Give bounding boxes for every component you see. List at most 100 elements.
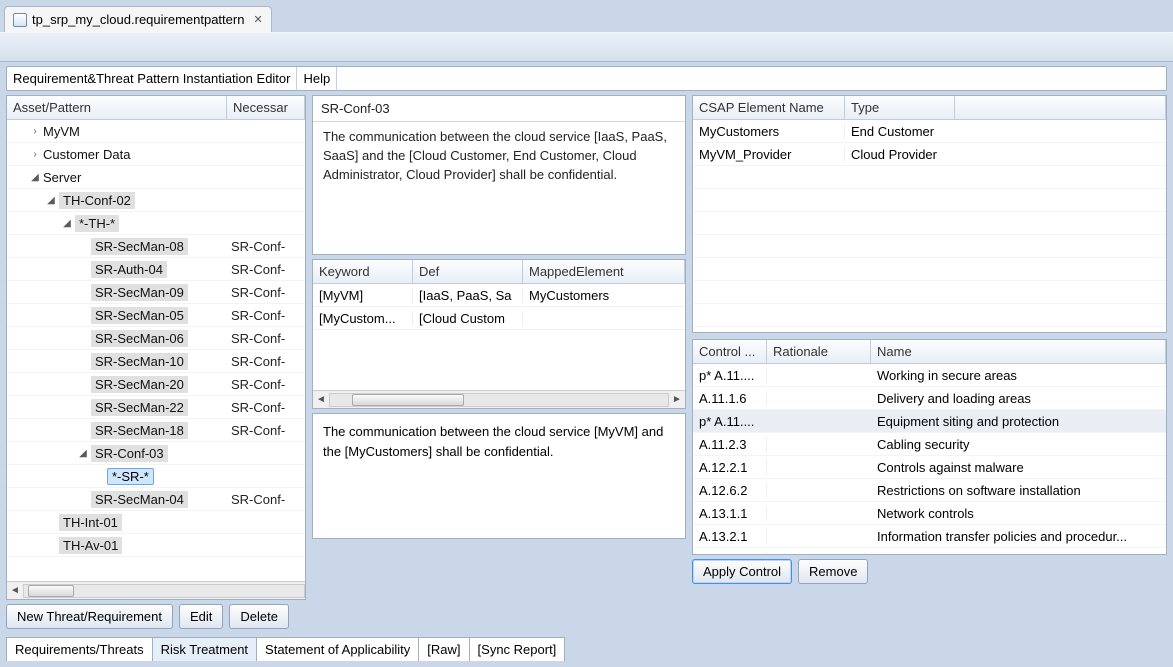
controls-table: Control ... Rationale Name p* A.11.... Wo… — [692, 339, 1167, 555]
remove-button[interactable]: Remove — [798, 559, 868, 584]
editor-tab-bar: tp_srp_my_cloud.requirementpattern ✕ — [0, 0, 1173, 32]
control-row[interactable]: A.12.6.2Restrictions on software install… — [693, 479, 1166, 502]
tree-row[interactable]: SR-SecMan-05SR-Conf- — [7, 304, 305, 327]
kw-row[interactable]: [MyVM][IaaS, PaaS, SaMyCustomers — [313, 284, 685, 307]
ctl-h2[interactable]: Rationale — [767, 340, 871, 363]
bottom-tabs: Requirements/ThreatsRisk TreatmentStatem… — [6, 637, 1167, 661]
bottom-tab[interactable]: Risk Treatment — [152, 637, 257, 661]
document-icon — [13, 13, 27, 27]
tree-row[interactable]: SR-SecMan-06 SR-Conf- — [7, 327, 305, 350]
control-cell: A.13.1.1 — [693, 506, 767, 521]
twist-icon[interactable]: › — [29, 126, 41, 137]
tree-header-asset[interactable]: Asset/Pattern — [7, 96, 227, 119]
edit-button[interactable]: Edit — [179, 604, 223, 629]
twist-icon[interactable]: › — [29, 149, 41, 160]
control-row[interactable]: A.14.1.1Information security requirement… — [693, 548, 1166, 554]
tree-col2: SR-Conf- — [227, 308, 305, 323]
tree-row[interactable]: ◢Server — [7, 166, 305, 189]
twist-icon[interactable]: ◢ — [45, 195, 57, 206]
delete-button[interactable]: Delete — [229, 604, 289, 629]
scroll-track[interactable] — [23, 584, 305, 598]
kw-h1[interactable]: Keyword — [313, 260, 413, 283]
scroll-left-icon[interactable]: ◄ — [313, 394, 329, 405]
csap-h3[interactable] — [955, 96, 1166, 119]
kw-cell: [IaaS, PaaS, Sa — [413, 288, 523, 303]
tree-row[interactable]: SR-SecMan-20SR-Conf- — [7, 373, 305, 396]
kw-cell: [MyVM] — [313, 288, 413, 303]
tree-header-necessary[interactable]: Necessar — [227, 96, 305, 119]
csap-h1[interactable]: CSAP Element Name — [693, 96, 845, 119]
bottom-tab[interactable]: [Sync Report] — [469, 637, 566, 661]
control-row[interactable]: A.12.2.1Controls against malware — [693, 456, 1166, 479]
kw-h3[interactable]: MappedElement — [523, 260, 685, 283]
control-cell: p* A.11.... — [693, 368, 767, 383]
bottom-tab[interactable]: [Raw] — [418, 637, 469, 661]
tree-node-label: SR-SecMan-04 — [91, 491, 188, 508]
tree-row[interactable]: SR-Auth-04SR-Conf- — [7, 258, 305, 281]
tree-row[interactable]: SR-SecMan-08SR-Conf- — [7, 235, 305, 258]
tree-col2: SR-Conf- — [227, 377, 305, 392]
tree-hscroll[interactable]: ◄ — [7, 581, 305, 599]
bottom-tab[interactable]: Statement of Applicability — [256, 637, 419, 661]
tree-row[interactable]: ›Customer Data — [7, 143, 305, 166]
tree-row[interactable]: SR-SecMan-18SR-Conf- — [7, 419, 305, 442]
tree-row[interactable]: ›MyVM — [7, 120, 305, 143]
editor-tab[interactable]: tp_srp_my_cloud.requirementpattern ✕ — [4, 6, 272, 32]
scroll-right-icon[interactable]: ► — [669, 394, 685, 405]
control-row[interactable]: A.13.2.1Information transfer policies an… — [693, 525, 1166, 548]
menu-help[interactable]: Help — [297, 67, 337, 90]
tree-row[interactable]: ◢*-TH-* — [7, 212, 305, 235]
bottom-tab[interactable]: Requirements/Threats — [6, 637, 153, 661]
tree-col2: SR-Conf- — [227, 239, 305, 254]
ctl-h1[interactable]: Control ... — [693, 340, 767, 363]
tree-node-label: TH-Av-01 — [59, 537, 122, 554]
tree-row[interactable]: ◢TH-Conf-02 — [7, 189, 305, 212]
csap-h2[interactable]: Type — [845, 96, 955, 119]
apply-control-button[interactable]: Apply Control — [692, 559, 792, 584]
ctl-body[interactable]: p* A.11.... Working in secure areas A.11.1… — [693, 364, 1166, 554]
kw-h2[interactable]: Def — [413, 260, 523, 283]
twist-icon[interactable]: ◢ — [77, 448, 89, 459]
tree-row[interactable]: SR-SecMan-09SR-Conf- — [7, 281, 305, 304]
control-row[interactable]: p* A.11.... Working in secure areas — [693, 364, 1166, 387]
detail-title-panel: SR-Conf-03 The communication between the… — [312, 95, 686, 255]
tree-row[interactable]: SR-SecMan-22SR-Conf- — [7, 396, 305, 419]
kw-row[interactable]: [MyCustom...[Cloud Custom — [313, 307, 685, 330]
tree-row[interactable]: SR-SecMan-10SR-Conf- — [7, 350, 305, 373]
kw-body[interactable]: [MyVM][IaaS, PaaS, SaMyCustomers[MyCusto… — [313, 284, 685, 330]
tree-node-label: SR-SecMan-10 — [91, 353, 188, 370]
ctl-h3[interactable]: Name — [871, 340, 1166, 363]
right-column: CSAP Element Name Type MyCustomersEnd Cu… — [692, 95, 1167, 629]
toolbar-strip — [0, 32, 1173, 62]
scroll-thumb[interactable] — [352, 394, 464, 406]
csap-row[interactable]: MyVM_ProviderCloud Provider — [693, 143, 1166, 166]
tree-row[interactable]: TH-Av-01 — [7, 534, 305, 557]
scroll-left-icon[interactable]: ◄ — [7, 585, 23, 596]
tree-row[interactable]: *-SR-* — [7, 465, 305, 488]
tree-row[interactable]: TH-Int-01 — [7, 511, 305, 534]
control-row[interactable]: A.11.1.6Delivery and loading areas — [693, 387, 1166, 410]
twist-icon[interactable]: ◢ — [61, 218, 73, 229]
tree-row[interactable]: SR-SecMan-04SR-Conf- — [7, 488, 305, 511]
close-icon[interactable]: ✕ — [253, 13, 262, 26]
csap-body[interactable]: MyCustomersEnd CustomerMyVM_ProviderClou… — [693, 120, 1166, 332]
control-row[interactable]: A.11.2.3Cabling security — [693, 433, 1166, 456]
new-threat-button[interactable]: New Threat/Requirement — [6, 604, 173, 629]
tree-node-label: SR-SecMan-06 — [91, 330, 188, 347]
kw-hscroll[interactable]: ◄ ► — [313, 390, 685, 408]
csap-row[interactable]: MyCustomersEnd Customer — [693, 120, 1166, 143]
scroll-thumb[interactable] — [28, 585, 74, 597]
scroll-track[interactable] — [329, 393, 669, 407]
control-row[interactable]: A.13.1.1Network controls — [693, 502, 1166, 525]
menu-main[interactable]: Requirement&Threat Pattern Instantiation… — [7, 67, 297, 90]
menu-bar: Requirement&Threat Pattern Instantiation… — [6, 66, 1167, 91]
twist-icon[interactable]: ◢ — [29, 172, 41, 183]
tree-body[interactable]: ›MyVM›Customer Data◢Server◢TH-Conf-02◢*-… — [7, 120, 305, 581]
tree-row[interactable]: ◢SR-Conf-03 — [7, 442, 305, 465]
csap-cell: Cloud Provider — [845, 147, 1166, 162]
control-cell: Cabling security — [871, 437, 1166, 452]
tree-col2: SR-Conf- — [227, 331, 305, 346]
control-cell: Working in secure areas — [871, 368, 1166, 383]
tree-node-label: SR-SecMan-18 — [91, 422, 188, 439]
control-row[interactable]: p* A.11....Equipment siting and protecti… — [693, 410, 1166, 433]
